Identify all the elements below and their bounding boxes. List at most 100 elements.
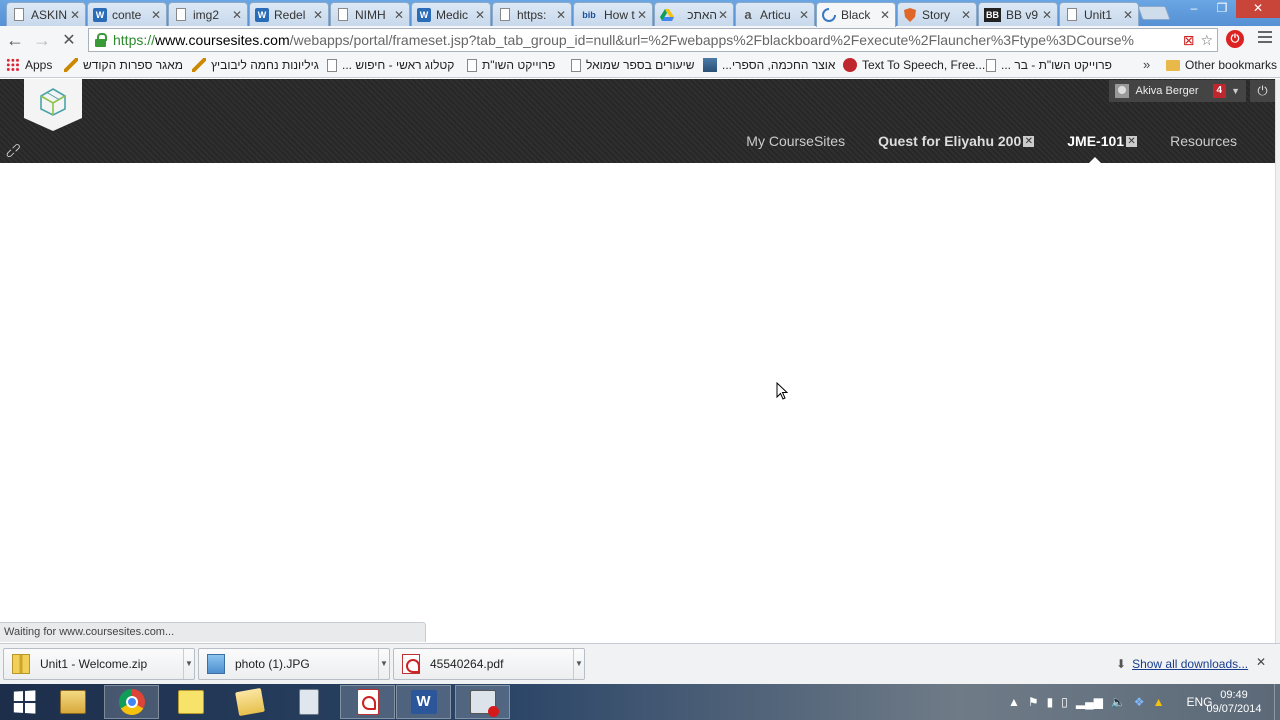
logout-power-icon[interactable]: ⏻ — [1250, 80, 1275, 102]
tab-close-icon[interactable]: ✕ — [717, 8, 729, 22]
browser-tab[interactable]: W Medic ✕ — [411, 2, 491, 26]
clock-time: 09:49 — [1220, 689, 1248, 701]
browser-tab[interactable]: Story ✕ — [897, 2, 977, 26]
nav-quest-for-eliyahu[interactable]: Quest for Eliyahu 200 ✕ — [878, 133, 1035, 149]
omnibox-actions: ⊠ ☆ — [1182, 32, 1213, 49]
bookmark-item[interactable]: שיעורים בספר שמואל — [571, 58, 695, 72]
coursesites-logo[interactable] — [24, 79, 82, 131]
dropbox-icon[interactable]: ❖ — [1134, 695, 1145, 709]
browser-tab[interactable]: a Articu ✕ — [735, 2, 815, 26]
bookmark-item[interactable]: Text To Speech, Free... — [843, 58, 985, 72]
browser-tab-active[interactable]: Black ✕ — [816, 2, 896, 27]
volume-icon[interactable]: 🔈 — [1111, 695, 1126, 709]
stop-loading-icon[interactable]: ✕ — [57, 28, 81, 52]
caret-down-icon[interactable]: ▼ — [1231, 86, 1240, 96]
taskbar-sticky-notes[interactable] — [163, 685, 218, 719]
close-course-tab-icon[interactable]: ✕ — [1023, 135, 1035, 147]
show-desktop-button[interactable] — [1274, 684, 1280, 720]
browser-tab[interactable]: האתכ ✕ — [654, 2, 734, 26]
tab-close-icon[interactable]: ✕ — [69, 8, 81, 22]
chrome-menu-icon[interactable] — [1258, 31, 1272, 46]
tab-close-icon[interactable]: ✕ — [150, 8, 162, 22]
forward-arrow-icon[interactable]: → — [30, 28, 54, 52]
tab-close-icon[interactable]: ✕ — [393, 8, 405, 22]
download-item[interactable]: Unit1 - Welcome.zip ▼ — [3, 648, 195, 680]
address-bar[interactable]: https://www.coursesites.com/webapps/port… — [88, 28, 1218, 52]
nav-jme-101[interactable]: JME-101 ✕ — [1067, 133, 1138, 164]
extension-icon[interactable]: ⏻ — [1226, 30, 1244, 48]
browser-tab[interactable]: https: ✕ — [492, 2, 572, 26]
bookmark-item[interactable]: גיליונות נחמה ליבוביץ — [192, 58, 319, 72]
download-menu-chevron-icon[interactable]: ▼ — [183, 649, 194, 679]
drive-icon[interactable]: ▲ — [1153, 695, 1165, 709]
tab-close-icon[interactable]: ✕ — [1041, 8, 1053, 22]
book-icon — [703, 58, 717, 72]
bookmark-item[interactable]: קטלוג ראשי - חיפוש ... — [327, 58, 454, 72]
tab-close-icon[interactable]: ✕ — [555, 8, 567, 22]
device-icon[interactable]: ▯ — [1061, 695, 1068, 709]
taskbar-chrome[interactable] — [104, 685, 159, 719]
bookmark-label: פרוייקט השו"ת — [482, 58, 556, 72]
tab-close-icon[interactable]: ✕ — [960, 8, 972, 22]
tab-title: NIMH — [355, 7, 386, 22]
tray-overflow-icon[interactable]: ▲ — [1008, 695, 1020, 709]
download-item[interactable]: photo (1).JPG ▼ — [198, 648, 390, 680]
tab-close-icon[interactable]: ✕ — [798, 8, 810, 22]
start-button[interactable] — [4, 686, 44, 718]
tab-title: Articu — [760, 7, 791, 22]
taskbar-word[interactable]: W — [396, 685, 451, 719]
taskbar-folder[interactable] — [222, 685, 277, 719]
browser-tab[interactable]: BB BB v9 ✕ — [978, 2, 1058, 26]
clock[interactable]: 09:49 09/07/2014 — [1204, 688, 1264, 716]
bookmark-item[interactable]: פרוייקט השו"ת - בר ... — [986, 58, 1112, 72]
browser-tab[interactable]: Unit1 ✕ — [1059, 2, 1139, 26]
taskbar-acrobat[interactable] — [340, 685, 395, 719]
battery-icon[interactable]: ▮ — [1047, 695, 1054, 709]
tab-close-icon[interactable]: ✕ — [879, 8, 891, 22]
url-text[interactable]: https://www.coursesites.com/webapps/port… — [113, 32, 1134, 48]
browser-tab[interactable]: bib How t ✕ — [573, 2, 653, 26]
user-menu[interactable]: Akiva Berger 4 ▼ — [1108, 80, 1246, 102]
tab-close-icon[interactable]: ✕ — [1122, 8, 1134, 22]
window-close-icon[interactable]: ✕ — [1236, 0, 1280, 18]
nav-my-coursesites[interactable]: My CourseSites — [746, 133, 845, 149]
bookmark-apps[interactable]: Apps — [6, 58, 52, 72]
back-arrow-icon[interactable]: ← — [3, 28, 27, 52]
tab-close-icon[interactable]: ✕ — [312, 8, 324, 22]
browser-tab[interactable]: img2 ✕ — [168, 2, 248, 26]
browser-tab[interactable]: W conte ✕ — [87, 2, 167, 26]
bookmark-item[interactable]: מאגר ספרות הקודש — [64, 58, 183, 72]
show-all-downloads[interactable]: ⬇ Show all downloads... — [1116, 657, 1248, 671]
show-all-downloads-link[interactable]: Show all downloads... — [1132, 657, 1248, 671]
vertical-scrollbar[interactable] — [1275, 79, 1280, 643]
browser-tab[interactable]: W Redel ✕ — [249, 2, 329, 26]
tab-close-icon[interactable]: ✕ — [231, 8, 243, 22]
taskbar-calculator[interactable] — [281, 685, 336, 719]
popup-blocked-icon[interactable]: ⊠ — [1183, 32, 1195, 49]
taskbar-file-explorer[interactable] — [45, 685, 100, 719]
bookmarks-overflow-chevron-icon[interactable]: » — [1143, 57, 1150, 72]
notification-badge[interactable]: 4 — [1212, 84, 1227, 98]
download-menu-chevron-icon[interactable]: ▼ — [573, 649, 584, 679]
browser-tab[interactable]: NIMH ✕ — [330, 2, 410, 26]
download-menu-chevron-icon[interactable]: ▼ — [378, 649, 389, 679]
taskbar-screen-recorder[interactable] — [455, 685, 510, 719]
nav-resources[interactable]: Resources — [1170, 133, 1237, 149]
flag-icon[interactable]: ⚑ — [1028, 695, 1039, 709]
tab-close-icon[interactable]: ✕ — [636, 8, 648, 22]
download-item[interactable]: 45540264.pdf ▼ — [393, 648, 585, 680]
bookmark-star-icon[interactable]: ☆ — [1200, 32, 1213, 49]
bookmark-item[interactable]: אוצר החכמה, הספרי... — [703, 58, 835, 72]
signal-icon[interactable]: ▂▄▆ — [1076, 695, 1103, 709]
close-download-shelf-icon[interactable]: ✕ — [1256, 655, 1266, 669]
new-tab-button[interactable] — [1137, 6, 1171, 20]
close-course-tab-icon[interactable]: ✕ — [1126, 135, 1138, 147]
browser-tab[interactable]: ASKIN ✕ — [6, 2, 86, 26]
bookmark-item[interactable]: פרוייקט השו"ת — [467, 58, 555, 72]
minimize-icon[interactable]: ‒ — [1180, 0, 1208, 18]
link-icon[interactable]: ⊂⊃ — [2, 139, 25, 162]
tab-close-icon[interactable]: ✕ — [474, 8, 486, 22]
tab-title: Black — [841, 8, 871, 22]
other-bookmarks[interactable]: Other bookmarks — [1166, 58, 1277, 72]
restore-icon[interactable]: ❐ — [1208, 0, 1236, 18]
